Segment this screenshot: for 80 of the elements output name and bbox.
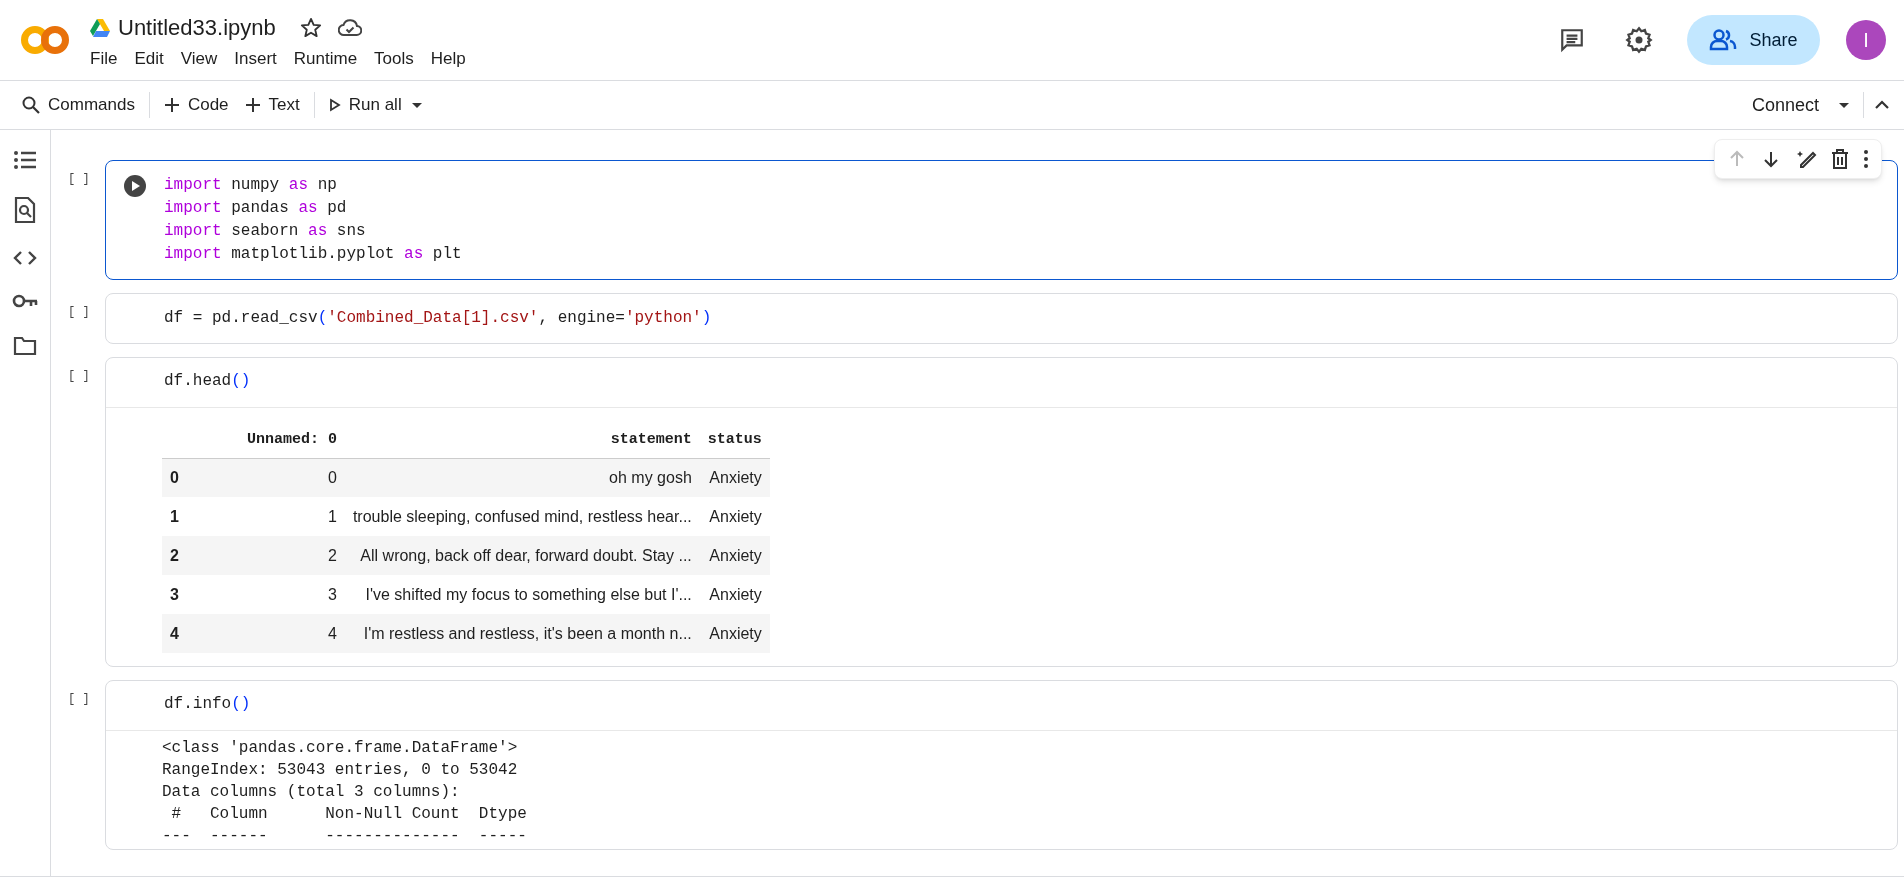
cloud-check-icon[interactable]: [337, 19, 362, 38]
table-cell: oh my gosh: [344, 458, 700, 497]
execution-count: [ ]: [67, 171, 91, 188]
menu-item[interactable]: Help: [422, 44, 474, 74]
folder-icon[interactable]: [13, 336, 37, 356]
code-icon[interactable]: [13, 250, 37, 266]
table-cell: All wrong, back off dear, forward doubt. Stay ...: [344, 536, 700, 575]
plus-icon: [163, 97, 180, 113]
search-icon: [22, 96, 40, 114]
code-line: import seaborn as sns: [164, 221, 367, 242]
table-cell: Anxiety: [699, 497, 770, 536]
code-line: import matplotlib.pyplot as plt: [164, 244, 462, 265]
table-cell: 4: [238, 614, 345, 653]
run-cell-icon[interactable]: [124, 175, 146, 197]
table-cell: 3: [238, 575, 345, 614]
row-index: 3: [162, 575, 239, 614]
execution-count: [ ]: [67, 691, 91, 708]
column-header: status: [699, 422, 770, 458]
find-in-page-icon[interactable]: [14, 197, 36, 223]
menu-item[interactable]: View: [172, 44, 226, 74]
more-options-icon[interactable]: [1863, 149, 1869, 169]
notebook-title[interactable]: Untitled33.ipynb: [118, 14, 276, 43]
settings-icon[interactable]: [1625, 26, 1653, 54]
row-index: 2: [162, 536, 239, 575]
user-avatar[interactable]: I: [1846, 20, 1886, 60]
code-line: import pandas as pd: [164, 198, 348, 219]
column-header: statement: [344, 422, 700, 458]
toolbar-button[interactable]: Run all: [320, 87, 410, 123]
caret-icon[interactable]: [1837, 100, 1851, 110]
output-line: RangeIndex: 53043 entries, 0 to 53042: [162, 760, 519, 781]
toolbar-button[interactable]: Text: [236, 87, 308, 123]
table-of-contents-icon[interactable]: [13, 150, 37, 170]
drive-icon: [90, 19, 110, 38]
colab-logo[interactable]: [20, 25, 70, 55]
arrow-down-icon[interactable]: [1761, 149, 1781, 169]
table-cell: 1: [238, 497, 345, 536]
play-icon: [328, 98, 341, 112]
table-cell: trouble sleeping, confused mind, restless hear...: [344, 497, 700, 536]
output-line: # Column Non-Null Count Dtype: [170, 804, 528, 825]
code-line: df = pd.read_csv('Combined_Data[1].csv', engine='python'): [164, 308, 712, 329]
table-cell: 2: [238, 536, 345, 575]
share-button[interactable]: Share: [1687, 15, 1820, 65]
output-line: Data columns (total 3 columns):: [162, 782, 461, 803]
menu-item[interactable]: File: [82, 44, 126, 74]
execution-count: [ ]: [67, 304, 91, 321]
star-icon[interactable]: [299, 17, 322, 40]
plus-icon: [244, 97, 261, 113]
table-cell: I've shifted my focus to something else but I'...: [344, 575, 700, 614]
menu-item[interactable]: Edit: [126, 44, 172, 74]
code-line: import numpy as np: [164, 175, 338, 196]
code-cell[interactable]: df = pd.read_csv('Combined_Data[1].csv', engine='python'): [105, 293, 1898, 344]
key-icon[interactable]: [12, 293, 38, 309]
toolbar-button[interactable]: Code: [155, 87, 237, 123]
menu-item[interactable]: Tools: [366, 44, 422, 74]
table-cell: Anxiety: [699, 575, 770, 614]
toolbar-button[interactable]: Commands: [14, 87, 143, 123]
trash-icon[interactable]: [1831, 149, 1849, 169]
menu-item[interactable]: Insert: [226, 44, 285, 74]
comment-icon[interactable]: [1559, 27, 1585, 53]
table-cell: Anxiety: [699, 536, 770, 575]
row-index: 1: [162, 497, 239, 536]
people-icon: [1709, 29, 1738, 51]
column-header: Unnamed: 0: [238, 422, 345, 458]
table-cell: Anxiety: [699, 458, 770, 497]
chevron-up-icon[interactable]: [1874, 99, 1890, 111]
output-line: --- ------ -------------- -----: [162, 826, 528, 847]
code-cell[interactable]: import numpy as np import pandas as pd import seaborn as sns import matplotlib.pyplot as plt: [105, 160, 1898, 280]
row-index: 4: [162, 614, 239, 653]
execution-count: [ ]: [67, 368, 91, 385]
code-line: df.head(): [164, 371, 251, 392]
menu-item[interactable]: Runtime: [285, 44, 366, 74]
connect-button[interactable]: Connect: [1743, 91, 1827, 119]
code-line: df.info(): [164, 694, 251, 715]
code-cell[interactable]: df.info() <class 'pandas.core.frame.DataFrame'> RangeIndex: 53043 entries, 0 to 53042 Data columns (total 3 columns): # Column Non-Null Count Dtype --- ------ -------------- -----: [105, 680, 1898, 850]
table-cell: I'm restless and restless, it's been a month n...: [344, 614, 700, 653]
code-cell[interactable]: [105, 357, 1898, 667]
table-cell: Anxiety: [699, 614, 770, 653]
output-line: <class 'pandas.core.frame.DataFrame'>: [162, 738, 519, 759]
row-index: 0: [162, 458, 239, 497]
table-cell: 0: [238, 458, 345, 497]
